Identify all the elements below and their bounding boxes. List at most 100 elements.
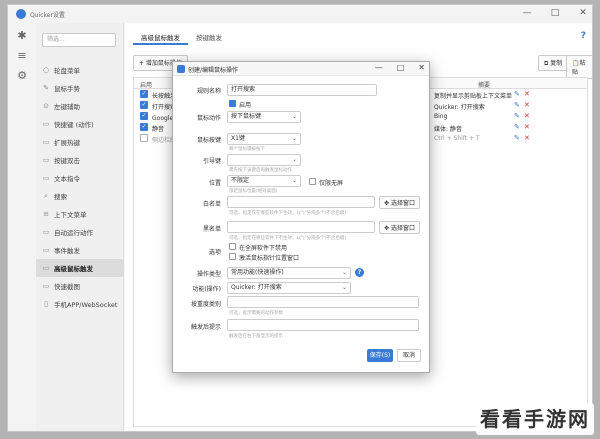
dialog-close-icon[interactable]: ✕ — [418, 63, 425, 72]
keyboard-icon: ▭ — [42, 138, 50, 146]
mouse-button-label: 鼠标按键 — [196, 137, 221, 144]
tab-key-trigger[interactable]: 按键触发 — [188, 29, 230, 45]
mouse-action-label: 鼠标动作 — [196, 115, 221, 122]
chevron-down-icon: ⌄ — [291, 156, 297, 163]
blacklist-input[interactable] — [227, 221, 375, 233]
edit-mouse-action-dialog: 创建/编辑鼠标操作 — □ ✕ 规则名称 打开搜索 启用 鼠标动作 按下鼠标键 ⌄… — [172, 61, 430, 373]
sidebar-item-hotkey[interactable]: ▭ 快捷键 (动作) — [36, 115, 124, 133]
mouse-button-select[interactable]: X1键 ⌄ — [227, 133, 301, 145]
edit-icon[interactable]: ✎ — [514, 134, 520, 142]
enabled-checkbox[interactable]: ✓ — [140, 101, 148, 109]
activate-window-checkbox[interactable] — [229, 253, 236, 260]
copy-button[interactable]: ⧉ 复制 — [538, 55, 569, 71]
params-hint: 可选，提示需要的动作参数 — [229, 311, 283, 316]
sidebar-item-ext-hotkey[interactable]: ▭ 扩展热键 — [36, 133, 124, 151]
activate-window-label: 激活鼠标指针位置窗口 — [239, 255, 300, 262]
fullscreen-disable-checkbox[interactable] — [229, 243, 236, 250]
mouse-action-select[interactable]: 按下鼠标键 ⌄ — [227, 111, 301, 123]
rule-name-label: 规则名称 — [196, 88, 221, 95]
wheel-icon: ○ — [42, 66, 50, 74]
chevron-down-icon: ⌄ — [341, 284, 347, 291]
text-icon: ▭ — [42, 174, 50, 182]
delete-icon[interactable]: ✕ — [524, 112, 530, 120]
blacklist-hint: 可选，指定在哪些软件下不生效，以"|"分隔多个(不含后缀) — [229, 236, 347, 241]
op-type-select[interactable]: 常用功能(快速操作) ⌄ — [227, 267, 351, 279]
trigger-key-select[interactable]: ⌄ — [227, 154, 301, 166]
blacklist-label: 黑名单 — [202, 226, 221, 233]
delete-icon[interactable]: ✕ — [524, 90, 530, 98]
sidebar: 筛选... ○ 轮盘菜单 ✎ 鼠标手势 ⊙ 左键辅助 ▭ 快捷键 (动作) ▭ 扩展热键 … — [36, 23, 124, 431]
whitelist-hint: 可选，指定仅在哪些软件下生效，以"|"分隔多个(不含后缀) — [229, 211, 347, 216]
close-icon[interactable]: ✕ — [578, 8, 588, 19]
tab-advanced-mouse[interactable]: 高级鼠标触发 — [133, 29, 188, 45]
position-select[interactable]: 不限定 ⌄ — [227, 175, 301, 187]
sidebar-item-gesture[interactable]: ✎ 鼠标手势 — [36, 79, 124, 97]
sidebar-item-left-assist[interactable]: ⊙ 左键辅助 — [36, 97, 124, 115]
delete-icon[interactable]: ✕ — [524, 123, 530, 131]
sidebar-item-advanced-mouse[interactable]: ▭ 高级鼠标触发 — [36, 259, 124, 277]
edit-icon[interactable]: ✎ — [514, 90, 520, 98]
chevron-down-icon: ⌄ — [341, 269, 347, 276]
paste-button[interactable]: 📋粘贴 — [566, 55, 592, 79]
sidebar-item-search[interactable]: ⌕ 搜索 — [36, 187, 124, 205]
position-hint: 限定鼠标位置(相对桌面) — [229, 189, 278, 194]
dialog-maximize-icon[interactable]: □ — [397, 63, 405, 72]
enabled-checkbox[interactable]: ✓ — [140, 123, 148, 131]
cancel-button[interactable]: 取消 — [397, 349, 421, 362]
screenshot-icon: ▭ — [42, 282, 50, 290]
quicker-logo-icon[interactable]: ✱ — [14, 29, 30, 43]
sidebar-item-wheel-menu[interactable]: ○ 轮盘菜单 — [36, 61, 124, 79]
delete-icon[interactable]: ✕ — [524, 101, 530, 109]
op-type-label: 操作类型 — [196, 271, 221, 278]
title-bar: Quicker设置 — □ ✕ — [8, 5, 592, 23]
dialog-minimize-icon[interactable]: — — [375, 63, 383, 72]
enabled-checkbox[interactable]: ✓ — [140, 112, 148, 120]
dialog-logo-icon — [177, 65, 185, 73]
fullscreen-disable-label: 在全屏软件下禁用 — [239, 245, 288, 252]
site-watermark: 看看手游网 — [476, 403, 594, 435]
edit-icon[interactable]: ✎ — [514, 101, 520, 109]
sidebar-item-mobile-app[interactable]: ▯ 手机APP/WebSocket — [36, 295, 124, 313]
delete-icon[interactable]: ✕ — [524, 134, 530, 142]
function-label: 功能(操作) — [192, 286, 221, 293]
sidebar-item-text-command[interactable]: ▭ 文本指令 — [36, 169, 124, 187]
whitelist-input[interactable] — [227, 196, 375, 208]
edit-icon[interactable]: ✎ — [514, 123, 520, 131]
post-trigger-input[interactable] — [227, 319, 419, 331]
enabled-checkbox[interactable] — [229, 100, 236, 107]
boundary-checkbox[interactable] — [309, 178, 316, 185]
post-trigger-hint: 触发后在右下角显示的提示 — [229, 334, 283, 339]
phone-icon: ▯ — [44, 300, 48, 308]
rule-name-input[interactable]: 打开搜索 — [227, 84, 377, 96]
function-select[interactable]: Quicker: 打开搜索 ⌄ — [227, 282, 351, 294]
trigger-key-hint: 需先按下该键后再触发鼠标动作 — [229, 168, 292, 173]
save-button[interactable]: 保存(S) — [367, 349, 393, 362]
plugins-icon[interactable]: ⚙ — [14, 69, 30, 83]
sidebar-item-event-trigger[interactable]: ▭ 事件触发 — [36, 241, 124, 259]
enabled-checkbox[interactable]: ✓ — [140, 90, 148, 98]
search-input[interactable]: 筛选... — [42, 33, 116, 47]
sidebar-item-auto-run[interactable]: ▭ 自动运行动作 — [36, 223, 124, 241]
chevron-down-icon: ⌄ — [291, 177, 297, 184]
post-trigger-label: 触发后提示 — [190, 324, 221, 331]
help-icon[interactable]: ? — [355, 268, 364, 277]
mouse-button-hint: 哪个鼠标键被按下 — [229, 147, 265, 152]
minimize-icon[interactable]: — — [522, 8, 532, 19]
trigger-key-label: 引导键 — [202, 158, 221, 165]
whitelist-label: 白名单 — [202, 201, 221, 208]
sidebar-item-screenshot[interactable]: ▭ 快速截图 — [36, 277, 124, 295]
enabled-checkbox[interactable] — [140, 134, 148, 142]
help-icon[interactable]: ? — [581, 31, 586, 41]
blacklist-pick-window-button[interactable]: ✥ 选择窗口 — [379, 221, 420, 234]
keyboard-icon: ▭ — [42, 120, 50, 128]
position-label: 位置 — [208, 180, 221, 187]
chevron-down-icon: ⌄ — [291, 113, 297, 120]
edit-icon[interactable]: ✎ — [514, 112, 520, 120]
settings-sliders-icon[interactable]: ≡ — [14, 49, 30, 63]
maximize-icon[interactable]: □ — [550, 8, 560, 19]
sidebar-item-context-menu[interactable]: ≡ 上下文菜单 — [36, 205, 124, 223]
whitelist-pick-window-button[interactable]: ✥ 选择窗口 — [379, 196, 420, 209]
params-input[interactable] — [227, 296, 419, 308]
dialog-title: 创建/编辑鼠标操作 — [188, 67, 239, 74]
sidebar-item-double-press[interactable]: ▭ 按键双击 — [36, 151, 124, 169]
